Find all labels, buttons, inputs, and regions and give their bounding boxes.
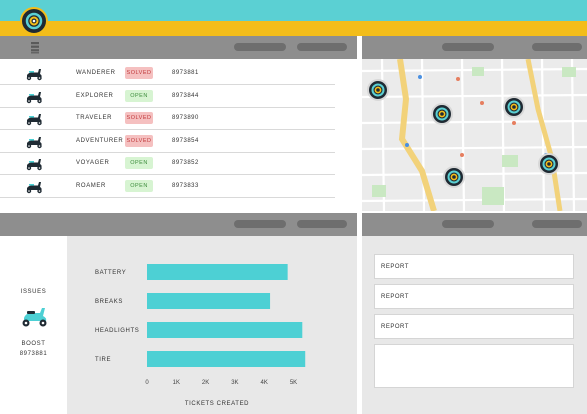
bar[interactable] (147, 322, 303, 338)
header-control-pill[interactable] (532, 220, 582, 228)
issues-label: ISSUES (20, 289, 47, 295)
issues-bar-chart: BATTERY BREAKS HEADLIGHTS TIRE 0 1K 2K 3K 4K 5K TI… (95, 264, 306, 407)
scooter-name: BOOST (21, 341, 46, 347)
table-row[interactable]: ADVENTURER SOLVED 8973854 (0, 131, 335, 153)
issues-panel: ISSUES BOOST 8973881 BATTERY BREAKS HEADLI… (0, 213, 357, 414)
ticket-number: 8973833 (172, 182, 199, 189)
tick-label: 4K (261, 380, 268, 386)
status-badge: OPEN (125, 89, 153, 102)
scooter-marker-icon[interactable] (443, 166, 465, 188)
category-label: BREAKS (95, 299, 123, 305)
sort-icon[interactable] (30, 41, 40, 54)
ticket-number: 8973844 (172, 92, 199, 99)
report-item[interactable]: REPORT (374, 284, 574, 309)
scooter-info: ISSUES BOOST 8973881 (0, 236, 67, 414)
ticket-number: 8973881 (172, 70, 199, 76)
tick-label: 5K (290, 380, 297, 386)
scooter-marker-icon[interactable] (367, 79, 389, 101)
reports-panel: REPORT REPORT REPORT (362, 213, 587, 414)
header-control-pill[interactable] (532, 43, 582, 51)
status-badge: SOLVED (125, 112, 153, 124)
issues-chart: BATTERY BREAKS HEADLIGHTS TIRE 0 1K 2K 3K 4K 5K TI… (67, 236, 357, 414)
status-badge: SOLVED (125, 67, 153, 79)
scooter-icon (24, 180, 44, 194)
category-label: TIRE (95, 357, 111, 363)
ticket-number: 8973852 (172, 160, 199, 166)
ticket-number: 8973854 (172, 137, 199, 144)
category-label: BATTERY (95, 270, 126, 276)
report-label: REPORT (381, 264, 409, 270)
scooter-icon (24, 157, 44, 171)
category-label: HEADLIGHTS (95, 328, 139, 334)
header-control-pill[interactable] (442, 43, 494, 51)
report-item[interactable]: REPORT (374, 254, 574, 279)
tick-label: 0 (145, 380, 149, 386)
bar[interactable] (147, 264, 288, 280)
x-axis-label: TICKETS CREATED (185, 401, 249, 407)
report-item[interactable] (374, 344, 574, 388)
scooter-name: TRAVELER (76, 115, 113, 121)
table-row[interactable]: VOYAGER OPEN 8973852 (0, 153, 335, 175)
report-label: REPORT (381, 324, 409, 330)
scooter-name: EXPLORER (76, 92, 114, 99)
report-item[interactable]: REPORT (374, 314, 574, 339)
report-label: REPORT (381, 294, 409, 300)
scooter-name: VOYAGER (76, 160, 110, 166)
top-bar (0, 0, 587, 21)
bar[interactable] (147, 293, 271, 309)
table-row[interactable]: EXPLORER OPEN 8973844 (0, 86, 335, 108)
header-control-pill[interactable] (297, 43, 347, 51)
scooter-id: 8973881 (19, 351, 48, 357)
scooter-name: ADVENTURER (76, 137, 124, 144)
scooter-icon (24, 135, 44, 149)
tick-label: 1K (173, 380, 180, 386)
table-row[interactable]: ROAMER OPEN 8973833 (0, 176, 335, 198)
scooter-icon (24, 90, 44, 104)
scooter-name: WANDERER (76, 70, 116, 76)
header-control-pill[interactable] (297, 220, 347, 228)
bar[interactable] (147, 351, 306, 367)
map-panel (362, 36, 587, 211)
status-badge: OPEN (125, 157, 153, 169)
table-row[interactable]: WANDERER SOLVED 8973881 (0, 63, 335, 85)
status-badge: OPEN (125, 179, 153, 192)
tickets-panel: WANDERER SOLVED 8973881 EXPLORER OPEN 8973844… (0, 36, 357, 211)
map-panel-header (362, 36, 587, 59)
scooter-icon (24, 67, 44, 81)
reports-panel-header (362, 213, 587, 236)
map-view[interactable] (362, 59, 587, 211)
status-badge: SOLVED (125, 134, 153, 147)
tick-label: 2K (202, 380, 209, 386)
table-row[interactable]: TRAVELER SOLVED 8973890 (0, 108, 335, 130)
target-logo-icon[interactable] (20, 7, 48, 35)
tickets-panel-header (0, 36, 357, 59)
header-control-pill[interactable] (234, 220, 286, 228)
scooter-name: ROAMER (76, 182, 106, 189)
scooter-icon (24, 112, 44, 126)
ticket-number: 8973890 (172, 115, 199, 121)
tick-label: 3K (231, 380, 238, 386)
top-accent-bar (0, 21, 587, 36)
scooter-marker-icon[interactable] (538, 153, 560, 175)
scooter-marker-icon[interactable] (431, 103, 453, 125)
header-control-pill[interactable] (234, 43, 286, 51)
header-control-pill[interactable] (442, 220, 494, 228)
scooter-icon (18, 304, 50, 328)
scooter-marker-icon[interactable] (503, 96, 525, 118)
issues-panel-header (0, 213, 357, 236)
